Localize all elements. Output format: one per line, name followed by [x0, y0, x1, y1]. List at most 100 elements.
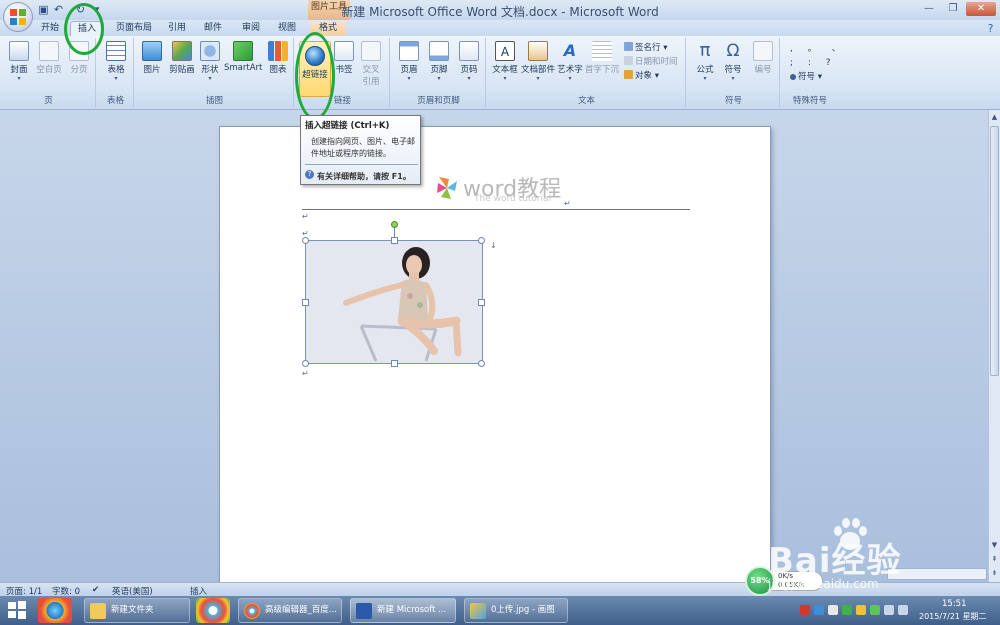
scroll-up-icon[interactable]: ▲ [990, 112, 999, 122]
resize-handle-s[interactable] [391, 360, 398, 367]
anchor-mark-icon: ↓ [490, 241, 497, 250]
drop-cap-button[interactable]: 首字下沉 [584, 41, 620, 75]
tray-app-icon[interactable] [828, 605, 838, 615]
taskbar-task-paint[interactable]: 0上传.jpg - 画图 [464, 598, 568, 623]
clip-art-icon [172, 41, 192, 61]
page-number-icon [459, 41, 479, 61]
resize-handle-n[interactable] [391, 237, 398, 244]
footer-icon [429, 41, 449, 61]
group-special-symbols: , 。 、 ; : ? 符号 ▾ 特殊符号 [782, 38, 841, 108]
document-area: word教程 The word tutorial ↵ ↵ ↵ ↓ ↵ [0, 110, 988, 606]
tab-view[interactable]: 视图 [274, 21, 300, 36]
ribbon-tabs: 开始 插入 页面布局 引用 邮件 审阅 视图 格式 ? [0, 20, 1000, 36]
resize-handle-ne[interactable] [478, 237, 485, 244]
tray-wifi-icon[interactable] [884, 605, 894, 615]
chrome-icon[interactable] [196, 598, 230, 623]
footer-button[interactable]: 页脚 ▾ [426, 41, 452, 82]
selected-picture[interactable] [302, 221, 485, 367]
word-icon [356, 603, 372, 619]
browser-icon [244, 603, 260, 619]
paragraph-mark: ↵ [302, 212, 309, 221]
tab-mailings[interactable]: 邮件 [200, 21, 226, 36]
signature-line-button[interactable]: 签名行 ▾ [624, 42, 667, 53]
quick-parts-icon [528, 41, 548, 61]
tab-references[interactable]: 引用 [164, 21, 190, 36]
taskbar-task-browser[interactable]: 高级编辑器_百度... [238, 598, 342, 623]
smartart-button[interactable]: SmartArt [224, 41, 262, 73]
group-header-footer: 页眉 ▾ 页脚 ▾ 页码 ▾ 页眉和页脚 [392, 38, 486, 108]
special-symbol-button[interactable]: 符号 ▾ [790, 72, 822, 83]
next-page-icon[interactable]: ⇟ [990, 568, 999, 578]
ribbon: 封面 ▾ 空白页 分页 页 表格 ▾ 表格 图片 剪贴画 形状 ▾ SmartA… [0, 36, 1000, 110]
shapes-icon [200, 41, 220, 61]
paragraph-mark: ↵ [564, 199, 571, 208]
tooltip-body: 创建指向网页、图片、电子邮件地址或程序的链接。 [311, 137, 415, 158]
vertical-scrollbar[interactable]: ▲ ▼ ⇞ ⇟ [988, 110, 1000, 582]
shapes-button[interactable]: 形状 ▾ [198, 41, 222, 82]
taskbar-app-icon[interactable] [38, 598, 72, 623]
resize-handle-w[interactable] [302, 299, 309, 306]
calendar-icon [624, 56, 633, 65]
office-button[interactable] [3, 2, 33, 32]
title-bar: ▣ ↶ ↻ ▾ 图片工具 新建 Microsoft Office Word 文档… [0, 0, 1000, 32]
tab-page-layout[interactable]: 页面布局 [112, 21, 156, 36]
resize-handle-nw[interactable] [302, 237, 309, 244]
tab-review[interactable]: 审阅 [238, 21, 264, 36]
quick-parts-button[interactable]: 文档部件 ▾ [520, 41, 556, 82]
resize-handle-se[interactable] [478, 360, 485, 367]
cross-reference-button[interactable]: 交叉 引用 [358, 41, 384, 87]
tab-home[interactable]: 开始 [36, 21, 64, 36]
windows-start-icon[interactable] [6, 599, 28, 621]
signature-icon [624, 42, 633, 51]
scroll-down-icon[interactable]: ▼ [990, 540, 999, 550]
tray-network-icon[interactable] [814, 605, 824, 615]
close-icon[interactable]: ✕ [966, 2, 996, 16]
numbering-button[interactable]: 编号 [750, 41, 776, 75]
restore-icon[interactable]: ❐ [942, 2, 964, 16]
document-page[interactable]: word教程 The word tutorial ↵ ↵ ↵ ↓ ↵ [219, 126, 771, 606]
blank-page-button[interactable]: 空白页 [34, 41, 64, 75]
resize-handle-e[interactable] [478, 299, 485, 306]
clock-date[interactable]: 2015/7/21 星期二 [919, 611, 987, 622]
special-punct-row1[interactable]: , 。 、 [790, 44, 847, 55]
taskbar-task-folder[interactable]: 新建文件夹 [84, 598, 190, 623]
cover-page-button[interactable]: 封面 ▾ [6, 41, 32, 82]
table-button[interactable]: 表格 ▾ [102, 41, 130, 82]
clock-time[interactable]: 15:51 [942, 599, 967, 609]
special-punct-row2[interactable]: ; : ? [790, 58, 837, 69]
bookmark-button[interactable]: 书签 [332, 41, 356, 75]
resize-handle-sw[interactable] [302, 360, 309, 367]
equation-button[interactable]: π 公式 ▾ [692, 41, 718, 83]
prev-page-icon[interactable]: ⇞ [990, 554, 999, 564]
tray-alert-icon[interactable] [800, 605, 810, 615]
group-label-text: 文本 [577, 96, 595, 106]
page-number-button[interactable]: 页码 ▾ [456, 41, 482, 82]
tray-security-icon[interactable] [842, 605, 852, 615]
tray-ime-icon[interactable] [856, 605, 866, 615]
minimize-icon[interactable]: — [918, 2, 940, 16]
wordart-button[interactable]: A 艺术字 ▾ [556, 41, 584, 82]
scroll-thumb[interactable] [990, 126, 999, 376]
clip-art-button[interactable]: 剪贴画 [166, 41, 198, 75]
group-label-tables: 表格 [106, 96, 124, 106]
table-icon [106, 41, 126, 61]
symbol-button[interactable]: Ω 符号 ▾ [720, 41, 746, 82]
baidu-brand: Bai经验 [768, 541, 902, 581]
help-icon[interactable]: ? [984, 22, 997, 35]
hyperlink-tooltip: 插入超链接 (Ctrl+K) 创建指向网页、图片、电子邮件地址或程序的链接。 ?… [300, 115, 421, 185]
tray-volume-icon[interactable] [898, 605, 908, 615]
group-illustrations: 图片 剪贴画 形状 ▾ SmartArt 图表 插图 [136, 38, 294, 108]
chart-button[interactable]: 图表 [266, 41, 290, 75]
rotation-handle[interactable] [391, 221, 398, 228]
tray-shield-icon[interactable] [870, 605, 880, 615]
object-button[interactable]: 对象 ▾ [624, 70, 659, 81]
baidu-jingyan-watermark: Bai经验 jingyan.baidu.com [768, 515, 988, 595]
header-button[interactable]: 页眉 ▾ [396, 41, 422, 82]
picture-button[interactable]: 图片 [140, 41, 164, 75]
watermark-subtitle: The word tutorial [474, 194, 552, 204]
proofing-icon[interactable]: ✔ [92, 585, 99, 595]
date-time-button[interactable]: 日期和时间 [624, 56, 678, 67]
text-box-button[interactable]: A 文本框 ▾ [490, 41, 520, 82]
paint-icon [470, 603, 486, 619]
taskbar-task-word[interactable]: 新建 Microsoft ... [350, 598, 456, 623]
